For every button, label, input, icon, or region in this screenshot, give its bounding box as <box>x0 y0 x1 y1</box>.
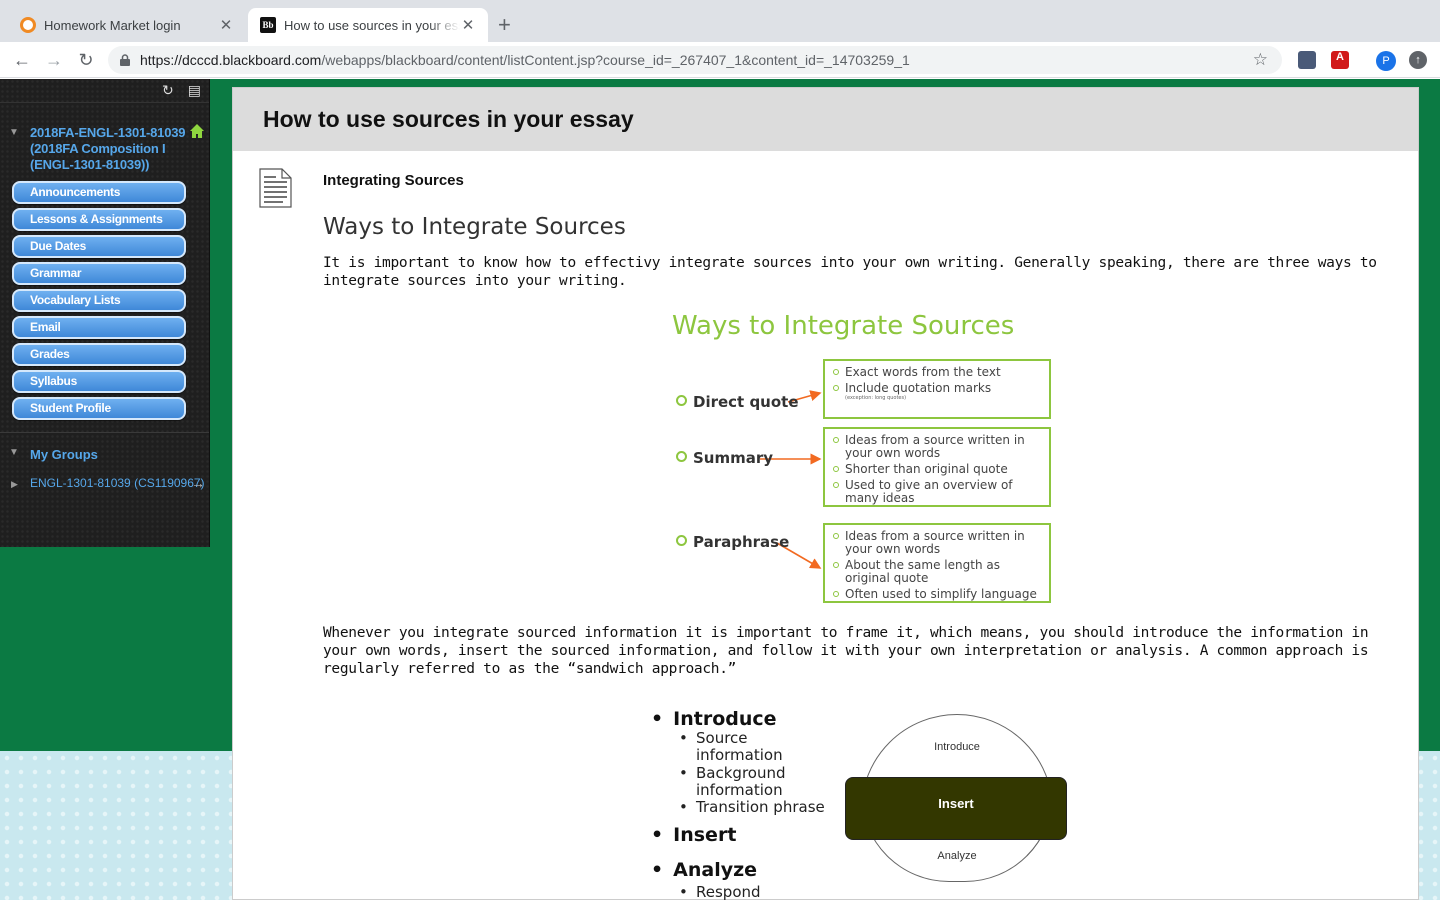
method-paraphrase: Paraphrase <box>676 533 789 551</box>
close-tab-icon[interactable]: ✕ <box>218 16 234 34</box>
tab-homework-market[interactable]: Homework Market login ✕ <box>8 8 246 42</box>
middle-label: Insert <box>938 796 974 811</box>
top-bun-label: Introduce <box>934 741 980 753</box>
folder-view-icon[interactable]: ▤ <box>188 82 201 99</box>
close-tab-icon[interactable]: ✕ <box>460 16 476 34</box>
document-icon <box>259 168 292 208</box>
my-groups-label: My Groups <box>30 447 98 462</box>
menu-due-dates[interactable]: Due Dates <box>12 235 186 258</box>
point: Include quotation marks <box>831 382 1043 395</box>
course-title-block: ▼ 2018FA-ENGL-1301-81039 (2018FA Composi… <box>0 103 209 173</box>
tab-title: How to use sources in your essay <box>284 17 460 33</box>
method-summary: Summary <box>676 449 773 467</box>
acrobat-extension-icon[interactable]: A <box>1331 51 1349 69</box>
refresh-icon[interactable]: ↻ <box>162 82 174 99</box>
group-label: ENGL-1301-81039 (CS1190967) <box>30 476 205 490</box>
point: Used to give an overview of many ideas <box>831 479 1043 505</box>
address-bar[interactable]: https://dcccd.blackboard.com/webapps/bla… <box>108 46 1282 74</box>
menu-vocabulary-lists[interactable]: Vocabulary Lists <box>12 289 186 312</box>
point: Ideas from a source written in your own … <box>831 530 1043 556</box>
page-background: ↻ ▤ ▼ 2018FA-ENGL-1301-81039 (2018FA Com… <box>0 79 1440 900</box>
middle-layer: Insert <box>845 777 1067 840</box>
my-groups-heading[interactable]: ▼ My Groups <box>0 433 209 462</box>
course-sidebar: ↻ ▤ ▼ 2018FA-ENGL-1301-81039 (2018FA Com… <box>0 79 210 547</box>
point: Exact words from the text <box>831 366 1043 379</box>
forward-icon[interactable]: → <box>42 48 66 72</box>
menu-syllabus[interactable]: Syllabus <box>12 370 186 393</box>
sub-bullet-text: Background information <box>696 764 786 799</box>
direct-quote-box: Exact words from the text Include quotat… <box>823 359 1051 419</box>
section-heading: Ways to Integrate Sources <box>323 214 626 240</box>
new-tab-icon[interactable]: + <box>498 12 511 38</box>
paraphrase-box: Ideas from a source written in your own … <box>823 523 1051 603</box>
integration-methods-diagram: Ways to Integrate Sources Direct quote E… <box>668 311 1058 611</box>
menu-grades[interactable]: Grades <box>12 343 186 366</box>
menu-student-profile[interactable]: Student Profile <box>12 397 186 420</box>
note: (exception: long quotes) <box>845 395 907 401</box>
arrow-right-icon[interactable]: → <box>191 476 205 491</box>
intro-paragraph: It is important to know how to effectivy… <box>323 255 1377 289</box>
content-panel: How to use sources in your essay Integra… <box>232 87 1419 900</box>
collapse-triangle-icon[interactable]: ▼ <box>9 447 19 458</box>
sub-bullet-text: Respond <box>696 883 761 900</box>
blackboard-favicon-icon: Bb <box>260 17 276 33</box>
menu-grammar[interactable]: Grammar <box>12 262 186 285</box>
home-icon[interactable] <box>189 123 205 139</box>
item-body: Ways to Integrate Sources It is importan… <box>323 214 1393 290</box>
sub-bullet: Background information <box>679 765 819 799</box>
bullet-insert: Insert <box>651 824 736 846</box>
url-host: https://dcccd.blackboard.com <box>140 52 322 68</box>
bullet-introduce: Introduce <box>651 708 776 730</box>
browser-toolbar: ← → ↻ https://dcccd.blackboard.com/webap… <box>0 42 1440 78</box>
method-direct-quote: Direct quote <box>676 393 799 411</box>
sub-bullet: Respond <box>679 884 819 900</box>
summary-box: Ideas from a source written in your own … <box>823 427 1051 507</box>
bottom-bun-label: Analyze <box>937 850 977 862</box>
sub-bullet-text: Transition phrase <box>696 798 825 816</box>
menu-email[interactable]: Email <box>12 316 186 339</box>
course-menu: Announcements Lessons & Assignments Due … <box>0 181 209 420</box>
sandwich-paragraph: Whenever you integrate sourced informati… <box>323 625 1369 677</box>
diagram-title: Ways to Integrate Sources <box>672 311 1015 341</box>
homework-market-favicon-icon <box>20 17 36 33</box>
group-link[interactable]: ▶ ENGL-1301-81039 (CS1190967) → <box>0 462 209 491</box>
tab-sources-essay[interactable]: Bb How to use sources in your essay ✕ <box>248 8 488 42</box>
sub-bullet-text: Source information <box>696 729 783 764</box>
tab-strip: Homework Market login ✕ Bb How to use so… <box>0 0 1440 42</box>
tab-title: Homework Market login <box>44 17 181 33</box>
update-icon[interactable]: ↑ <box>1409 51 1427 69</box>
sub-bullet: Source information <box>679 730 819 764</box>
reload-icon[interactable]: ↻ <box>74 48 98 72</box>
item-title[interactable]: Integrating Sources <box>323 172 464 189</box>
lock-icon <box>120 54 130 66</box>
bullet-analyze: Analyze <box>651 859 757 881</box>
point: About the same length as original quote <box>831 559 1043 585</box>
page-title: How to use sources in your essay <box>233 88 1418 151</box>
course-title[interactable]: 2018FA-ENGL-1301-81039 (2018FA Compositi… <box>30 125 186 172</box>
expand-triangle-icon[interactable]: ▶ <box>11 477 18 492</box>
sandwich-diagram: Introduce Analyze Insert <box>845 714 1069 884</box>
url-path: /webapps/blackboard/content/listContent.… <box>321 52 910 68</box>
menu-lessons-assignments[interactable]: Lessons & Assignments <box>12 208 186 231</box>
sub-bullet: Transition phrase <box>679 798 839 817</box>
sidebar-tools: ↻ ▤ <box>0 79 209 103</box>
extension-puzzle-icon[interactable] <box>1298 51 1316 69</box>
point: Shorter than original quote <box>831 463 1043 476</box>
bookmark-star-icon[interactable]: ☆ <box>1253 50 1268 70</box>
profile-avatar[interactable]: P <box>1376 51 1396 71</box>
point: Often used to simplify language <box>831 588 1043 601</box>
point: Ideas from a source written in your own … <box>831 434 1043 460</box>
back-icon[interactable]: ← <box>10 48 34 72</box>
menu-announcements[interactable]: Announcements <box>12 181 186 204</box>
collapse-triangle-icon[interactable]: ▼ <box>9 125 19 141</box>
